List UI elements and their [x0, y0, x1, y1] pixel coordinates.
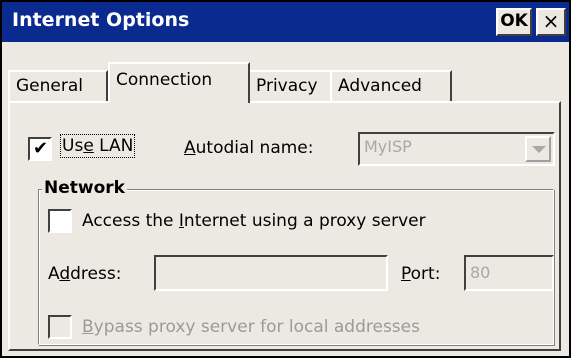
address-field[interactable]	[154, 255, 388, 291]
use-lan-label[interactable]: Use LAN	[59, 134, 136, 158]
port-field[interactable]: 80	[464, 255, 554, 291]
ok-button[interactable]: OK	[496, 8, 532, 36]
close-button[interactable]: ×	[536, 8, 566, 36]
tab-privacy[interactable]: Privacy	[248, 70, 332, 102]
proxy-label[interactable]: Access the Internet using a proxy server	[82, 211, 426, 231]
title-bar: Internet Options OK ×	[2, 2, 569, 42]
autodial-dropdown-button[interactable]	[525, 136, 551, 162]
proxy-checkbox[interactable]	[48, 209, 72, 233]
check-icon: ✔	[33, 138, 49, 159]
address-label: Address:	[48, 264, 122, 284]
tab-advanced[interactable]: Advanced	[330, 70, 452, 102]
chevron-down-icon	[532, 146, 546, 153]
tab-general[interactable]: General	[8, 70, 108, 102]
port-label: Port:	[401, 264, 441, 284]
autodial-label: Autodial name:	[184, 138, 314, 158]
autodial-dropdown[interactable]: MyISP	[358, 132, 555, 166]
autodial-value: MyISP	[364, 137, 412, 156]
tab-connection[interactable]: Connection	[108, 62, 250, 103]
network-group-title: Network	[42, 178, 127, 198]
window-title: Internet Options	[12, 9, 190, 31]
internet-options-window: Internet Options OK × General Connection…	[0, 0, 571, 358]
use-lan-checkbox[interactable]: ✔	[28, 137, 52, 161]
bypass-checkbox[interactable]	[48, 315, 72, 339]
bypass-label[interactable]: Bypass proxy server for local addresses	[82, 317, 420, 337]
port-value: 80	[470, 263, 491, 282]
